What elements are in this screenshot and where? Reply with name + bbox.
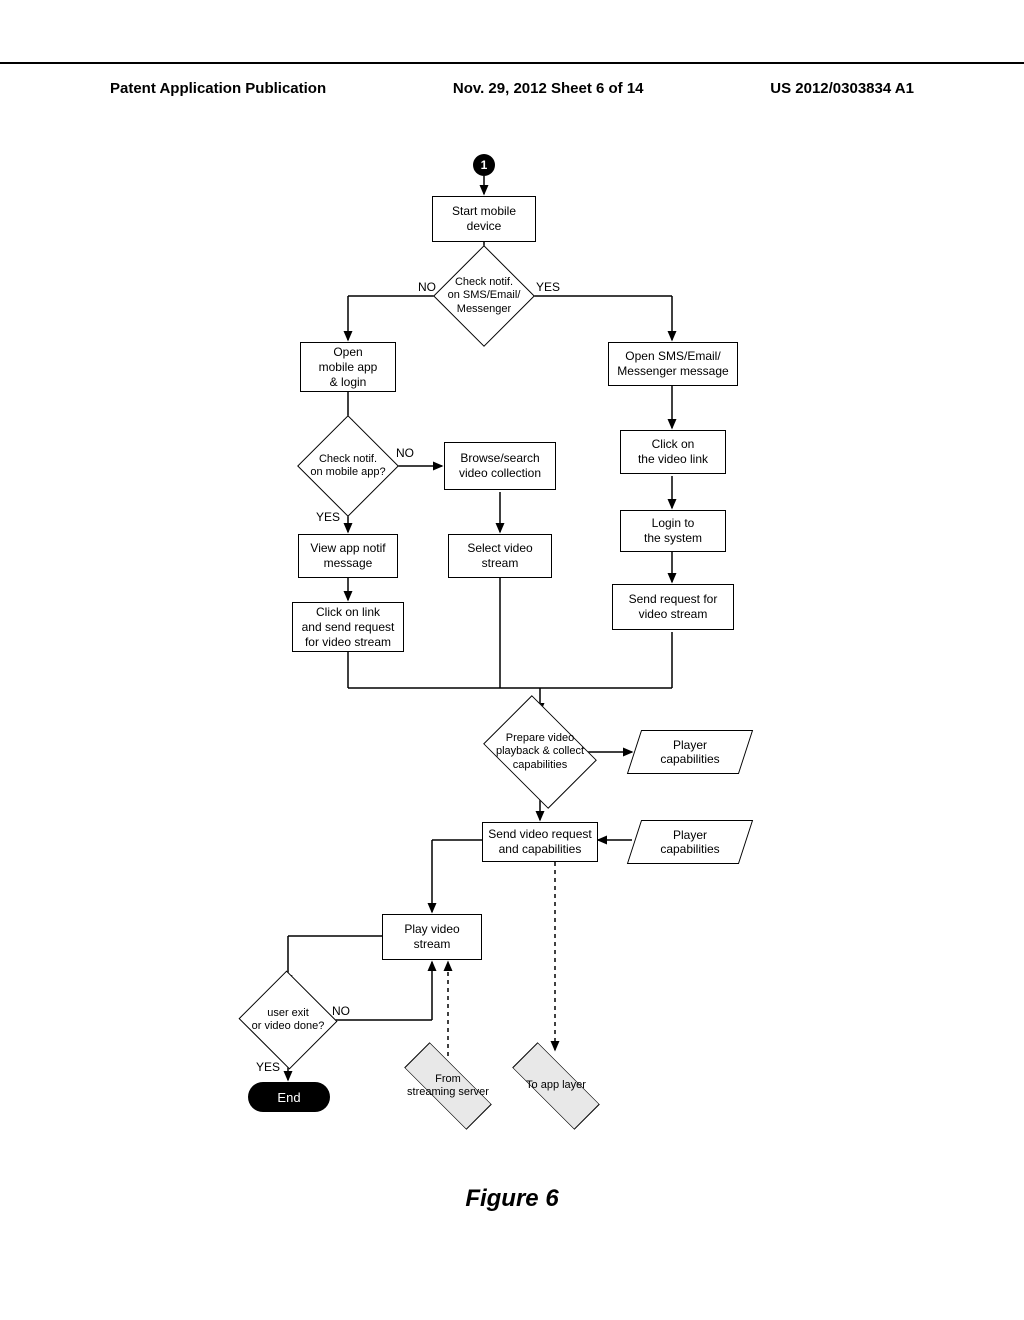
text: Playercapabilities bbox=[660, 738, 719, 766]
box-login-system: Login tothe system bbox=[620, 510, 726, 552]
decision-prepare-video: Prepare videoplayback & collectcapabilit… bbox=[494, 712, 586, 792]
box-start-mobile: Start mobiledevice bbox=[432, 196, 536, 242]
decision-from-server: Fromstreaming server bbox=[404, 1058, 492, 1114]
flowchart-canvas: 1 Start mobiledevice Check notif.on SMS/… bbox=[0, 140, 1024, 1160]
box-play-video: Play videostream bbox=[382, 914, 482, 960]
decision-check-notif-app: Check notif.on mobile app? bbox=[312, 430, 384, 502]
branch-no-app: NO bbox=[396, 446, 414, 460]
text: Play videostream bbox=[404, 922, 459, 952]
branch-yes-top: YES bbox=[536, 280, 560, 294]
text: Send video requestand capabilities bbox=[488, 827, 591, 857]
terminator-end: End bbox=[248, 1082, 330, 1112]
text: Fromstreaming server bbox=[407, 1073, 489, 1099]
page-header: Patent Application Publication Nov. 29, … bbox=[110, 80, 914, 97]
text: Send request forvideo stream bbox=[629, 592, 718, 622]
box-send-video-req: Send video requestand capabilities bbox=[482, 822, 598, 862]
header-right: US 2012/0303834 A1 bbox=[770, 80, 914, 97]
text: Click on linkand send requestfor video s… bbox=[302, 605, 395, 650]
data-player-caps-2: Playercapabilities bbox=[634, 820, 746, 864]
text: Playercapabilities bbox=[660, 828, 719, 856]
figure-title: Figure 6 bbox=[0, 1185, 1024, 1213]
text: user exitor video done? bbox=[252, 1007, 325, 1033]
text: Click onthe video link bbox=[638, 437, 708, 467]
text: Start mobiledevice bbox=[452, 204, 516, 234]
box-click-video-link: Click onthe video link bbox=[620, 430, 726, 474]
text: Check notif.on mobile app? bbox=[310, 453, 385, 479]
box-browse: Browse/searchvideo collection bbox=[444, 442, 556, 490]
connector-label: 1 bbox=[481, 158, 488, 172]
text: Check notif.on SMS/Email/Messenger bbox=[448, 276, 521, 316]
box-send-request-right: Send request forvideo stream bbox=[612, 584, 734, 630]
decision-user-exit: user exitor video done? bbox=[252, 986, 324, 1054]
text: Browse/searchvideo collection bbox=[459, 451, 541, 481]
offpage-connector-1: 1 bbox=[473, 154, 495, 176]
box-select-video: Select videostream bbox=[448, 534, 552, 578]
box-click-link-left: Click on linkand send requestfor video s… bbox=[292, 602, 404, 652]
text: Openmobile app& login bbox=[319, 345, 378, 390]
text: View app notifmessage bbox=[310, 541, 385, 571]
text: To app layer bbox=[526, 1079, 586, 1092]
box-open-sms: Open SMS/Email/Messenger message bbox=[608, 342, 738, 386]
text: Prepare videoplayback & collectcapabilit… bbox=[496, 732, 584, 772]
header-left: Patent Application Publication bbox=[110, 80, 326, 97]
data-player-caps-1: Playercapabilities bbox=[634, 730, 746, 774]
text: Login tothe system bbox=[644, 516, 702, 546]
decision-to-app-layer: To app layer bbox=[512, 1058, 600, 1114]
header-mid: Nov. 29, 2012 Sheet 6 of 14 bbox=[453, 80, 644, 97]
box-open-app: Openmobile app& login bbox=[300, 342, 396, 392]
decision-check-notif-sms: Check notif.on SMS/Email/Messenger bbox=[448, 260, 520, 332]
branch-no-top: NO bbox=[418, 280, 436, 294]
text: Select videostream bbox=[467, 541, 532, 571]
box-view-notif: View app notifmessage bbox=[298, 534, 398, 578]
text: End bbox=[277, 1090, 300, 1105]
text: Open SMS/Email/Messenger message bbox=[617, 349, 728, 379]
